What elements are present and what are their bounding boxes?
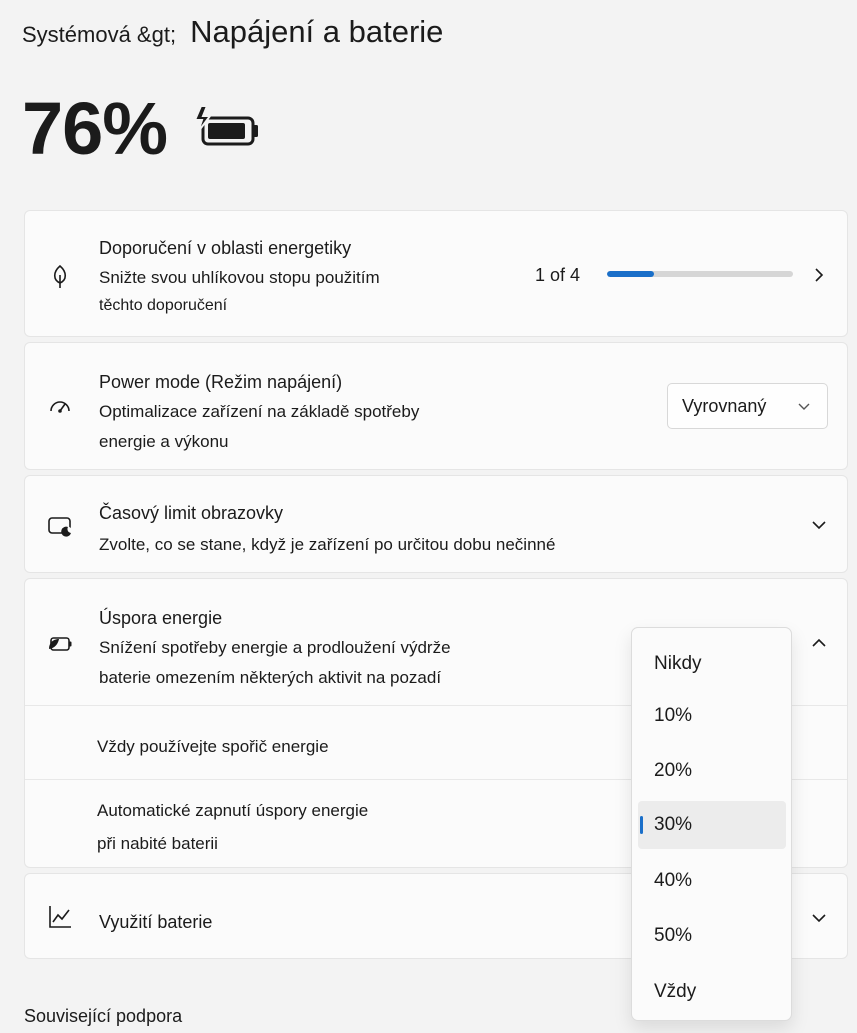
battery-status: 76% [22, 92, 263, 166]
battery-saver-description-line1: Snížení spotřeby energie a prodloužení v… [99, 638, 451, 657]
dropdown-option-label: 30% [654, 814, 693, 835]
related-support-heading: Související podpora [24, 1006, 183, 1026]
dropdown-option[interactable]: Nikdy [638, 640, 786, 688]
auto-saver-label-line1: Automatické zapnutí úspory energie [97, 801, 369, 820]
screen-timeout-title: Časový limit obrazovky [99, 503, 284, 523]
power-mode-description-line2: energie a výkonu [99, 432, 229, 451]
recommendations-progress-fill [607, 271, 654, 277]
auto-saver-threshold-dropdown[interactable]: Nikdy 10% 20% 30% 40% 50% Vždy [631, 627, 792, 1021]
energy-recommendations-description-line1: Snižte svou uhlíkovou stopu použitím [99, 268, 380, 287]
energy-recommendations-text: Doporučení v oblasti energetiky Snižte s… [99, 233, 380, 319]
always-use-saver-label: Vždy používejte spořič energie [97, 737, 329, 756]
battery-usage-text: Využití baterie [99, 907, 212, 937]
power-mode-card: Power mode (Režim napájení) Optimalizace… [24, 342, 848, 470]
battery-usage-title: Využití baterie [99, 912, 213, 932]
chevron-right-icon[interactable] [811, 267, 827, 283]
chevron-down-icon[interactable] [811, 517, 827, 533]
selection-indicator [640, 816, 643, 834]
screen-timeout-description: Zvolte, co se stane, když je zařízení po… [99, 535, 556, 554]
dropdown-option[interactable]: 50% [638, 912, 786, 960]
auto-saver-label-line2: při nabité baterii [97, 834, 218, 853]
chevron-up-icon[interactable] [811, 635, 827, 651]
energy-recommendations-card[interactable]: Doporučení v oblasti energetiky Snižte s… [24, 210, 848, 337]
power-mode-title: Power mode (Režim napájení) [99, 372, 343, 392]
power-mode-select[interactable]: Vyrovnaný [667, 383, 828, 429]
screen-timeout-text: Časový limit obrazovky Zvolte, co se sta… [99, 498, 555, 562]
dropdown-option[interactable]: 10% [638, 692, 786, 740]
settings-page: Systémová &gt; Napájení a baterie 76% Do… [0, 0, 857, 1033]
breadcrumb: Systémová &gt; Napájení a baterie [22, 14, 443, 50]
chevron-down-icon [798, 403, 810, 410]
screen-timeout-card[interactable]: Časový limit obrazovky Zvolte, co se sta… [24, 475, 848, 573]
battery-percentage: 76% [22, 87, 168, 170]
chevron-down-icon[interactable] [811, 910, 827, 926]
energy-recommendations-description-line2: těchto doporučení [99, 297, 228, 314]
screen-timeout-icon [48, 517, 73, 538]
recommendations-progress-text: 1 of 4 [535, 265, 581, 285]
dropdown-option-selected[interactable]: 30% [638, 801, 786, 849]
dropdown-option[interactable]: 40% [638, 857, 786, 905]
energy-recommendations-title: Doporučení v oblasti energetiky [99, 238, 352, 258]
power-mode-selected-value: Vyrovnaný [682, 395, 767, 416]
dropdown-option[interactable]: 20% [638, 747, 786, 795]
page-title: Napájení a baterie [190, 14, 444, 49]
dropdown-option[interactable]: Vždy [638, 968, 786, 1016]
battery-saver-title: Úspora energie [99, 608, 223, 628]
power-mode-description-line1: Optimalizace zařízení na základě spotřeb… [99, 402, 420, 421]
leaf-icon [53, 264, 67, 288]
chart-icon [49, 906, 71, 928]
battery-saver-description-line2: baterie omezením některých aktivit na po… [99, 668, 442, 687]
battery-saver-icon [49, 637, 72, 651]
battery-saver-text: Úspora energie Snížení spotřeby energie … [99, 603, 451, 693]
power-mode-text: Power mode (Režim napájení) Optimalizace… [99, 367, 419, 457]
breadcrumb-parent-link[interactable]: Systémová &gt; [22, 22, 176, 48]
battery-charging-icon [193, 106, 259, 146]
speedometer-icon [50, 401, 70, 413]
recommendations-progress-bar [607, 271, 793, 277]
